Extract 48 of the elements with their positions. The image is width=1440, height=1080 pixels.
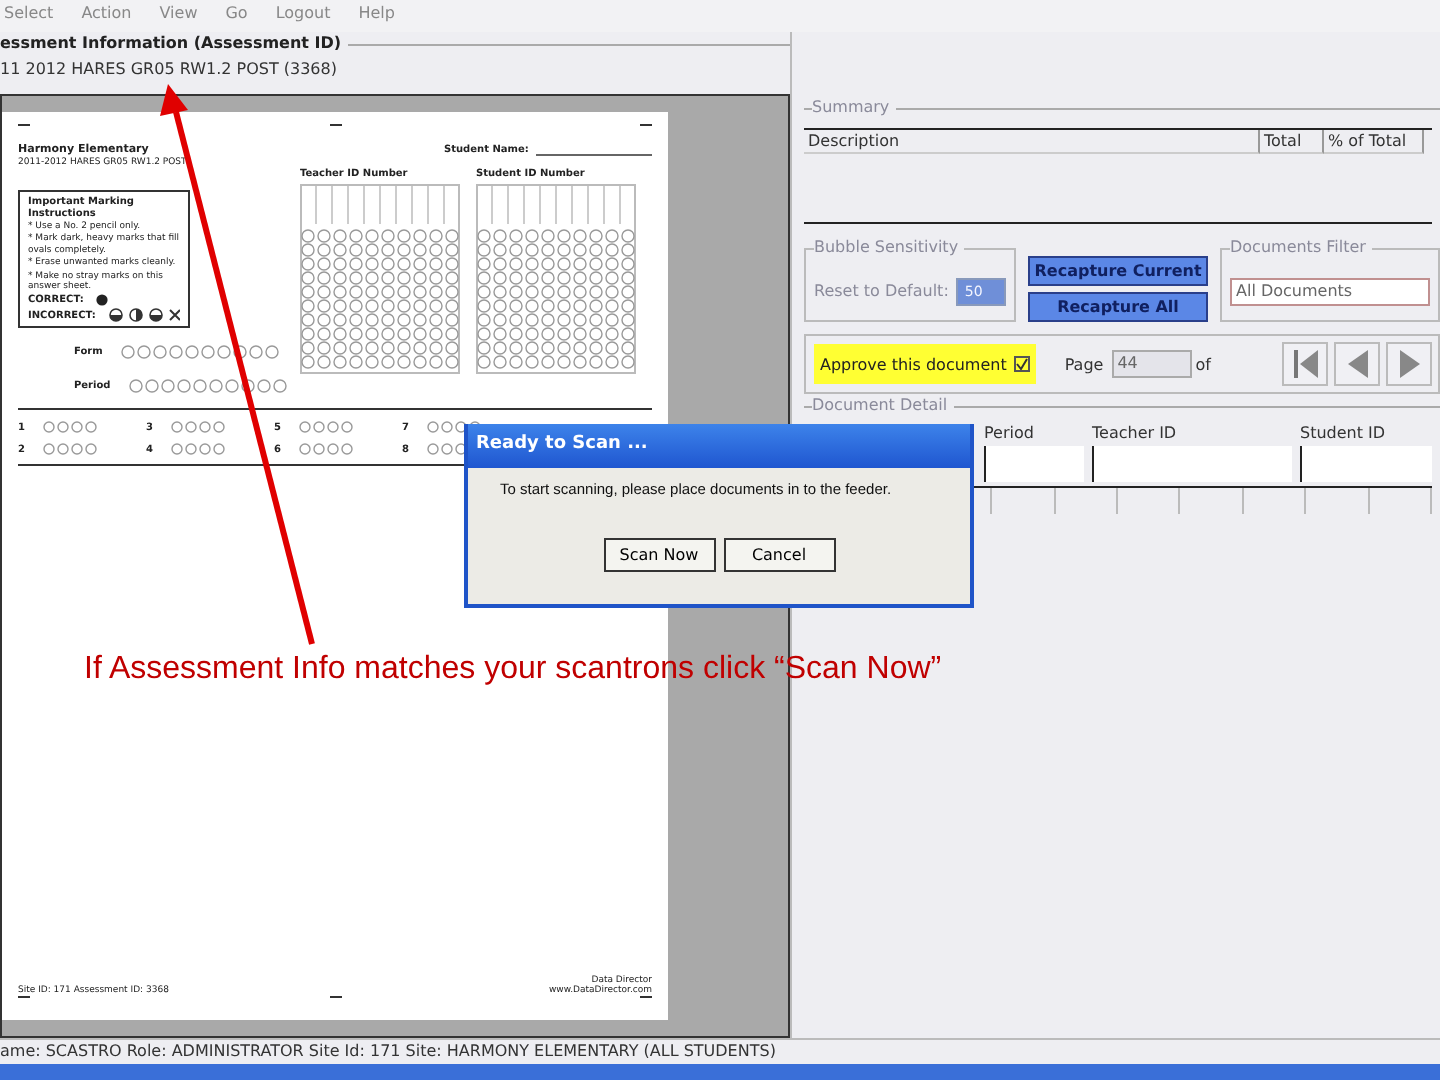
next-icon — [1399, 350, 1420, 378]
bubble-grid-drawing — [168, 440, 229, 459]
student-id-field[interactable] — [1300, 446, 1432, 482]
recapture-button[interactable]: Recapture All — [1028, 292, 1208, 322]
bubble-grid-drawing — [168, 418, 229, 437]
reset-label: Reset to Default: — [814, 282, 949, 300]
menu-item[interactable]: Help — [358, 4, 395, 32]
recapture-button[interactable]: Recapture Current — [1028, 256, 1208, 286]
approve-checkbox[interactable]: Approve this document — [814, 344, 1037, 384]
check-icon — [1016, 358, 1029, 370]
dialog-title: Ready to Scan ... — [468, 424, 970, 468]
bubble-grid-drawing — [40, 440, 101, 459]
menu-item[interactable]: Go — [225, 4, 248, 32]
column-header: % of Total — [1324, 130, 1424, 154]
bubble-grid-drawing — [296, 440, 357, 459]
column-header: Student ID — [1300, 424, 1388, 442]
dialog-button[interactable]: Scan Now — [603, 538, 715, 572]
first-page-button[interactable] — [1282, 342, 1329, 386]
group-title: Bubble Sensitivity — [814, 238, 965, 256]
group-title: Documents Filter — [1230, 238, 1372, 256]
column-header: Teacher ID — [1092, 424, 1179, 442]
partial-bubbles-icon — [107, 308, 180, 323]
period-field[interactable] — [984, 446, 1084, 482]
bubble-grid-drawing — [296, 418, 357, 437]
dialog-button[interactable]: Cancel — [723, 538, 835, 572]
menu-item[interactable]: Select — [4, 4, 54, 32]
group-title: essment Information (Assessment ID) — [0, 34, 348, 52]
menu-item[interactable]: View — [159, 4, 198, 32]
group-title: Summary — [812, 98, 896, 116]
page-label: Page — [1064, 355, 1104, 373]
first-icon — [1293, 350, 1318, 378]
menu-item[interactable]: Logout — [275, 4, 331, 32]
checkbox[interactable] — [1014, 356, 1031, 372]
column-header: Total — [1260, 130, 1324, 154]
column-header: Period — [984, 424, 1036, 442]
filled-bubble-icon — [95, 294, 108, 307]
previous-page-button[interactable] — [1334, 342, 1381, 386]
teacher-id-field[interactable] — [1092, 446, 1292, 482]
page-of-label: of — [1195, 355, 1211, 373]
assessment-value: 11 2012 HARES GR05 RW1.2 POST (3368) — [0, 60, 339, 78]
previous-icon — [1347, 350, 1368, 378]
group-title: Document Detail — [812, 396, 954, 414]
documents-filter-select[interactable]: All Documents — [1230, 277, 1430, 305]
column-header: Description — [804, 130, 1260, 154]
page-field[interactable]: 44 — [1111, 350, 1192, 378]
menu-item[interactable]: Action — [81, 4, 132, 32]
next-page-button[interactable] — [1386, 342, 1433, 386]
bubble-grid-drawing — [40, 418, 101, 437]
